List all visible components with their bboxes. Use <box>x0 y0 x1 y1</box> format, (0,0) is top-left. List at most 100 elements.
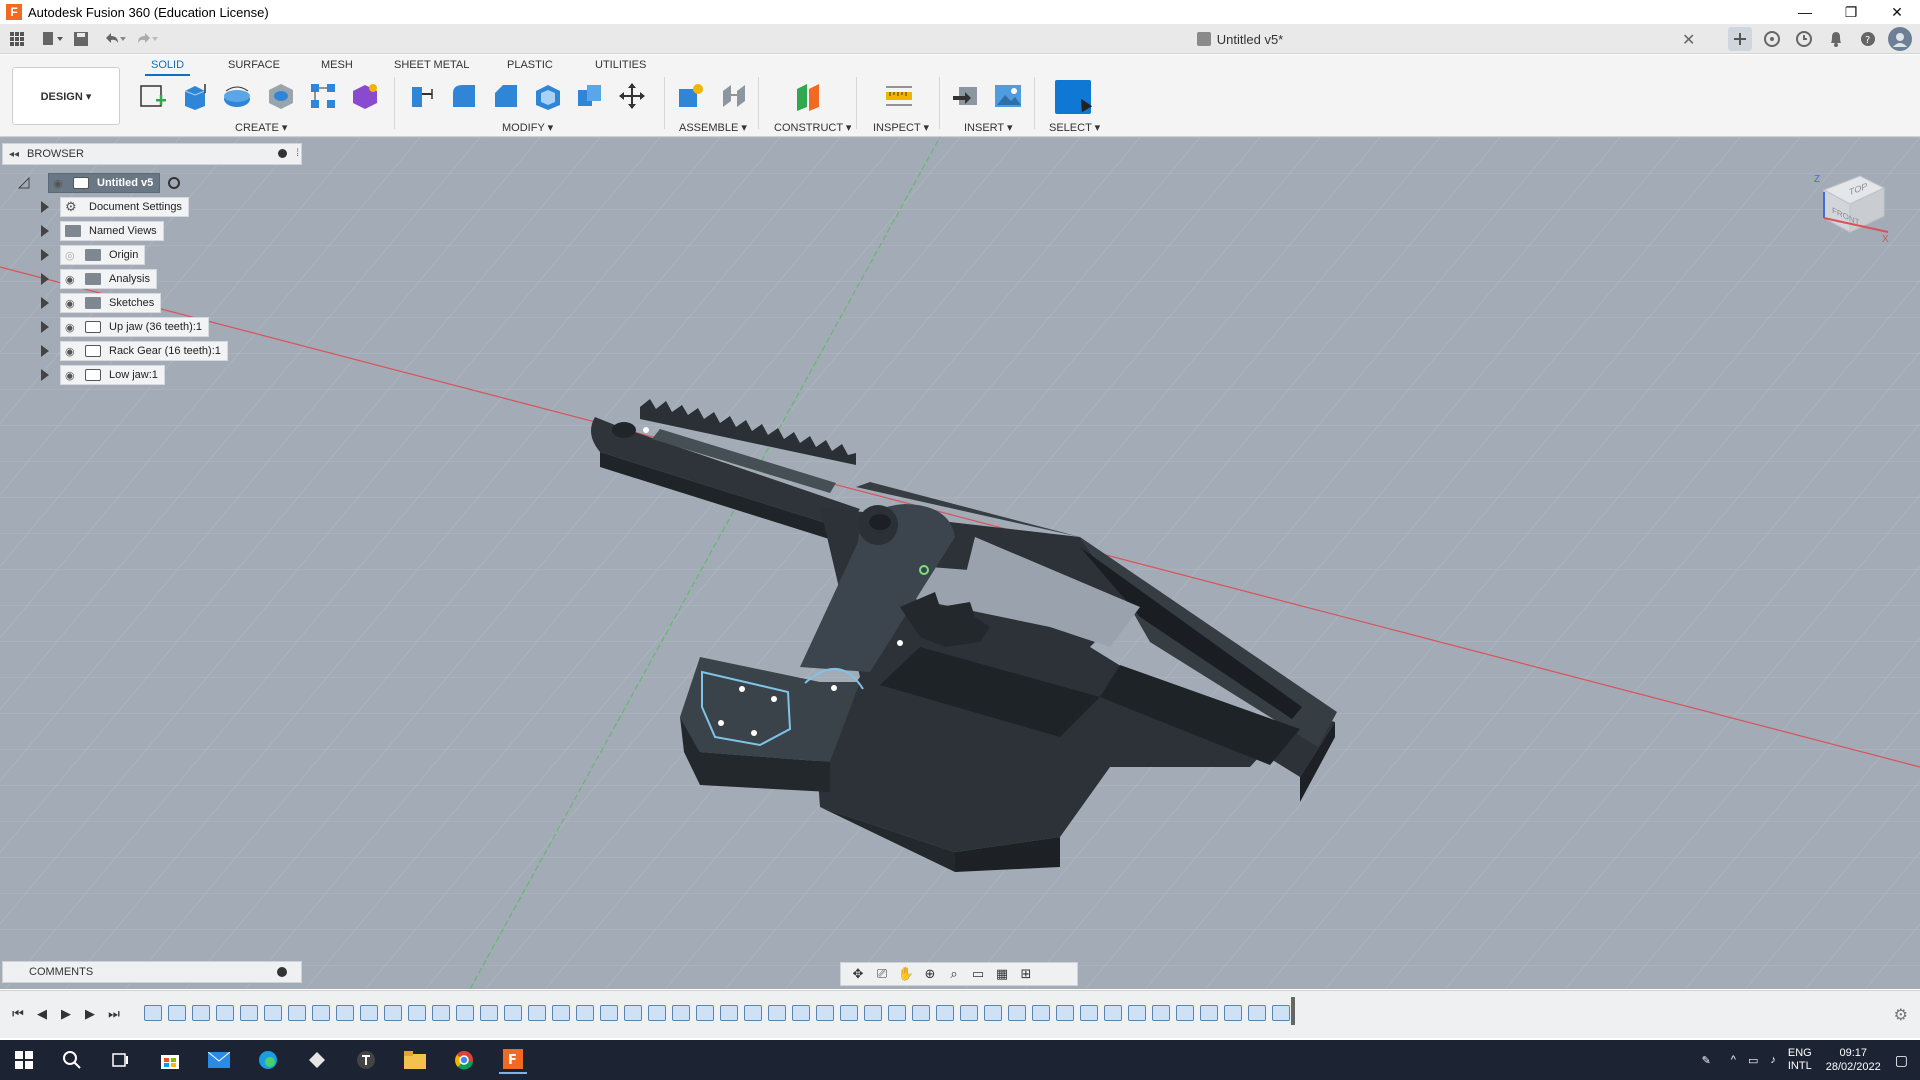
timeline-step-back-icon[interactable]: ◀ <box>32 1005 52 1023</box>
save-icon[interactable] <box>70 28 92 50</box>
create-sketch-icon[interactable] <box>136 79 170 113</box>
press-pull-icon[interactable] <box>405 79 439 113</box>
expand-icon[interactable] <box>38 296 52 310</box>
tree-item-rack-gear[interactable]: ◉ Rack Gear (16 teeth):1 <box>2 339 302 363</box>
tab-sheet-metal[interactable]: SHEET METAL <box>394 59 469 71</box>
search-icon[interactable] <box>58 1046 86 1074</box>
insert-derive-icon[interactable] <box>949 79 983 113</box>
timeline-feature-step[interactable] <box>264 1005 282 1021</box>
orbit-icon[interactable]: ✥ <box>849 966 867 982</box>
timeline-feature-step[interactable] <box>912 1005 930 1021</box>
dropbox-icon[interactable] <box>303 1046 331 1074</box>
input-language-indicator[interactable]: ENG INTL <box>1788 1047 1812 1073</box>
shell-icon[interactable] <box>531 79 565 113</box>
create-form-icon[interactable] <box>348 79 382 113</box>
tab-mesh[interactable]: MESH <box>321 59 353 71</box>
document-tab[interactable]: Untitled v5* <box>780 24 1700 54</box>
tree-item-chip[interactable]: ◉ Sketches <box>60 293 162 313</box>
mail-icon[interactable] <box>205 1046 233 1074</box>
timeline-feature-step[interactable] <box>168 1005 186 1021</box>
tree-item-low-jaw[interactable]: ◉ Low jaw:1 <box>2 363 302 387</box>
tree-item-chip[interactable]: Named Views <box>60 221 164 241</box>
timeline-marker[interactable] <box>1291 997 1295 1025</box>
visibility-eye-icon[interactable]: ◉ <box>65 321 79 334</box>
timeline-feature-step[interactable] <box>504 1005 522 1021</box>
display-settings-icon[interactable]: ▭ <box>969 966 987 982</box>
tree-item-chip[interactable]: ◉ Up jaw (36 teeth):1 <box>60 317 209 337</box>
file-explorer-icon[interactable] <box>401 1046 429 1074</box>
tree-item-chip[interactable]: ◉ Analysis <box>60 269 157 289</box>
tree-item-document-settings[interactable]: ⚙ Document Settings <box>2 195 302 219</box>
tree-collapse-root-icon[interactable] <box>17 176 30 189</box>
minimize-button[interactable]: — <box>1782 0 1828 24</box>
tree-item-sketches[interactable]: ◉ Sketches <box>2 291 302 315</box>
timeline-feature-step[interactable] <box>336 1005 354 1021</box>
timeline-play-icon[interactable]: ▶ <box>56 1005 76 1023</box>
expand-icon[interactable] <box>38 368 52 382</box>
assemble-group-label[interactable]: ASSEMBLE ▾ <box>679 121 747 134</box>
data-panel-grid-icon[interactable] <box>6 28 28 50</box>
chrome-icon[interactable] <box>450 1046 478 1074</box>
timeline-feature-step[interactable] <box>456 1005 474 1021</box>
timeline-feature-step[interactable] <box>552 1005 570 1021</box>
visibility-eye-icon[interactable]: ◉ <box>65 369 79 382</box>
timeline-feature-step[interactable] <box>840 1005 858 1021</box>
timeline-feature-step[interactable] <box>1056 1005 1074 1021</box>
modify-group-label[interactable]: MODIFY ▾ <box>502 121 553 134</box>
user-avatar-icon[interactable] <box>1888 27 1912 51</box>
redo-icon[interactable] <box>136 28 158 50</box>
expand-icon[interactable] <box>38 200 52 214</box>
restore-button[interactable]: ❐ <box>1828 0 1874 24</box>
timeline-feature-step[interactable] <box>768 1005 786 1021</box>
microsoft-store-icon[interactable] <box>156 1046 184 1074</box>
insert-group-label[interactable]: INSERT ▾ <box>964 121 1013 134</box>
tree-item-named-views[interactable]: Named Views <box>2 219 302 243</box>
tree-item-chip[interactable]: ◎ Origin <box>60 245 146 265</box>
tab-surface[interactable]: SURFACE <box>228 59 280 71</box>
timeline-settings-gear-icon[interactable]: ⚙ <box>1894 1005 1908 1025</box>
timeline-feature-step[interactable] <box>1032 1005 1050 1021</box>
tree-item-chip[interactable]: ◉ Rack Gear (16 teeth):1 <box>60 341 228 361</box>
task-view-icon[interactable] <box>106 1046 134 1074</box>
insert-canvas-icon[interactable] <box>991 79 1025 113</box>
tab-plastic[interactable]: PLASTIC <box>507 59 553 71</box>
timeline-start-icon[interactable]: ⏮ <box>8 1005 28 1023</box>
timeline-feature-step[interactable] <box>672 1005 690 1021</box>
timeline-feature-step[interactable] <box>960 1005 978 1021</box>
timeline-feature-step[interactable] <box>1272 1005 1290 1021</box>
timeline-feature-step[interactable] <box>984 1005 1002 1021</box>
comments-panel[interactable]: COMMENTS <box>2 961 302 983</box>
timeline-feature-step[interactable] <box>1200 1005 1218 1021</box>
select-group-label[interactable]: SELECT ▾ <box>1049 121 1100 134</box>
timeline-feature-step[interactable] <box>816 1005 834 1021</box>
timeline-feature-step[interactable] <box>744 1005 762 1021</box>
tree-item-up-jaw[interactable]: ◉ Up jaw (36 teeth):1 <box>2 315 302 339</box>
close-button[interactable]: ✕ <box>1874 0 1920 24</box>
timeline-feature-step[interactable] <box>408 1005 426 1021</box>
extensions-icon[interactable] <box>1760 27 1784 51</box>
timeline-feature-step[interactable] <box>144 1005 162 1021</box>
create-group-label[interactable]: CREATE ▾ <box>235 121 287 134</box>
fit-window-icon[interactable]: ⌕ <box>945 966 963 982</box>
view-cube[interactable]: TOP FRONT Z X <box>1812 162 1892 245</box>
timeline-feature-step[interactable] <box>696 1005 714 1021</box>
joint-icon[interactable] <box>717 79 751 113</box>
offset-plane-icon[interactable] <box>792 79 826 113</box>
file-menu-icon[interactable] <box>42 28 64 50</box>
notifications-bell-icon[interactable] <box>1824 27 1848 51</box>
tray-chevron-up-icon[interactable]: ^ <box>1731 1054 1736 1066</box>
hidden-eye-icon[interactable]: ◎ <box>65 249 79 262</box>
network-icon[interactable]: ▭ <box>1748 1054 1758 1067</box>
timeline-feature-step[interactable] <box>528 1005 546 1021</box>
edge-browser-icon[interactable] <box>254 1046 282 1074</box>
timeline-feature-step[interactable] <box>312 1005 330 1021</box>
pin-panel-icon[interactable] <box>278 149 287 158</box>
document-tab-close-icon[interactable]: ✕ <box>1682 30 1695 50</box>
timeline-feature-step[interactable] <box>384 1005 402 1021</box>
extrude-icon[interactable] <box>178 79 212 113</box>
help-icon[interactable]: ? <box>1856 27 1880 51</box>
timeline-feature-step[interactable] <box>1152 1005 1170 1021</box>
zoom-icon[interactable]: ⊕ <box>921 966 939 982</box>
timeline-feature-step[interactable] <box>480 1005 498 1021</box>
timeline-feature-step[interactable] <box>1128 1005 1146 1021</box>
